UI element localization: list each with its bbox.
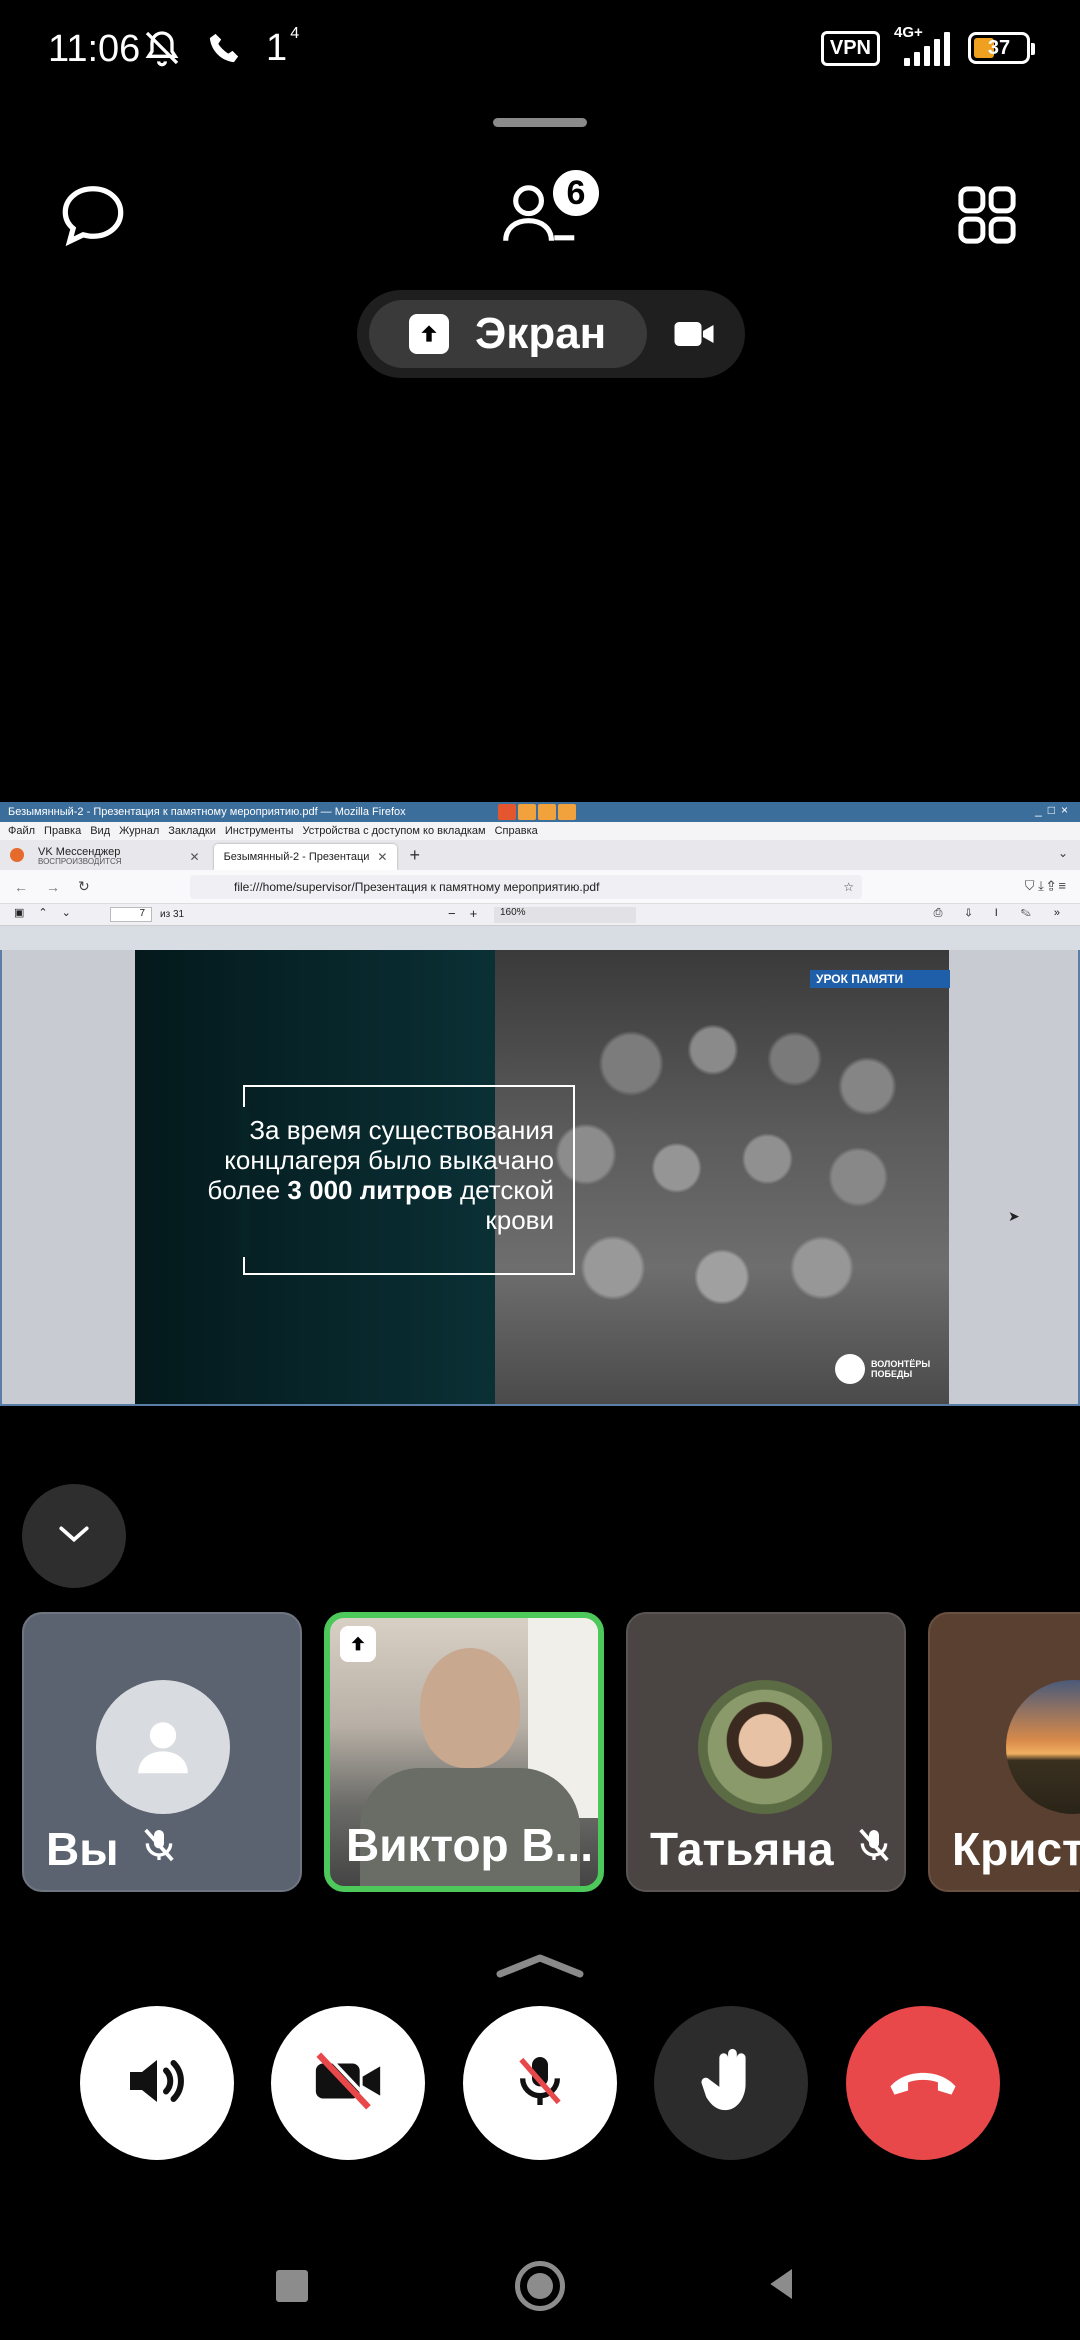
grid-icon — [954, 182, 1020, 253]
navigation-bar: ← → ↻ file:///home/supervisor/Презентаци… — [0, 870, 1080, 904]
bookmark-star-icon: ☆ — [843, 880, 854, 894]
menu-item: Вид — [90, 825, 111, 837]
firefox-icon — [10, 848, 24, 862]
participant-name: Крист — [952, 1823, 1080, 1875]
mic-off-icon — [508, 2049, 572, 2118]
participant-tile-active[interactable]: Виктор В... — [324, 1612, 604, 1892]
avatar — [698, 1680, 832, 1814]
tab-presentation: Безымянный-2 - Презентаци ✕ — [213, 844, 398, 870]
avatar — [1006, 1680, 1080, 1814]
status-time: 11:06 — [48, 28, 141, 70]
bell-muted-icon — [142, 26, 182, 70]
pdf-zoom-select: 160% — [494, 907, 636, 923]
expand-panel-handle[interactable] — [492, 1950, 588, 1985]
participants-strip: Вы Виктор В... Татьяна Крист — [0, 1600, 1080, 1910]
participant-name: Виктор В... — [346, 1819, 593, 1871]
pdf-zoom-buttons: −+ — [448, 906, 492, 921]
screen-share-label: Экран — [475, 309, 607, 358]
pdf-tools-icons: ⎙ ⇩ I ✎ » — [933, 907, 1070, 919]
pdf-page-number: 7 — [110, 907, 152, 922]
status-bar: 11:06 14 VPN 4G+ 37 — [0, 0, 1080, 100]
menu-bar: Файл Правка Вид Журнал Закладки Инструме… — [0, 822, 1080, 840]
drag-handle[interactable] — [493, 118, 587, 127]
toolbar-icons: ⛉ ⤓ ⇪ ≡ — [1024, 878, 1066, 893]
slide-text: За время существования концлагеря было в… — [207, 1115, 554, 1235]
url-bar: file:///home/supervisor/Презентация к па… — [190, 875, 862, 899]
participant-name: Вы — [46, 1823, 119, 1875]
screen-sharing-icon — [340, 1626, 376, 1662]
camera-off-button[interactable] — [271, 2006, 425, 2160]
back-icon: ← — [14, 878, 28, 895]
participants-count-badge: 6 — [548, 165, 604, 221]
menu-item: Файл — [8, 825, 36, 837]
new-tab-icon: + — [409, 844, 420, 865]
menu-item: Справка — [494, 825, 538, 837]
circle-icon — [515, 2261, 565, 2311]
system-navigation-bar — [0, 2236, 1080, 2340]
chat-icon — [58, 180, 128, 255]
browser-tabs: VK Мессенджер ВОСПРОИЗВОДИТСЯ ✕ Безымянны… — [0, 840, 1080, 870]
network-speed: 14 — [266, 24, 300, 69]
menu-item: Правка — [44, 825, 82, 837]
camera-off-icon — [310, 2045, 386, 2122]
mic-off-button[interactable] — [463, 2006, 617, 2160]
pdf-page-nav-icons: ▣⌃⌄ — [14, 907, 85, 919]
collapse-button[interactable] — [22, 1484, 126, 1588]
system-tray — [498, 804, 576, 820]
close-icon: ✕ — [377, 850, 388, 864]
signal-icon: 4G+ — [894, 24, 950, 66]
mouse-cursor-icon: ➤ — [1008, 1208, 1020, 1224]
avatar-placeholder — [96, 1680, 230, 1814]
chat-button[interactable] — [48, 172, 138, 262]
camera-share-button[interactable] — [673, 316, 715, 357]
recents-button[interactable] — [262, 2256, 322, 2316]
hand-icon — [696, 2043, 766, 2124]
participant-tile[interactable]: Крист — [928, 1612, 1080, 1892]
reload-icon: ↻ — [78, 878, 90, 894]
home-button[interactable] — [510, 2256, 570, 2316]
forward-icon: → — [46, 878, 60, 895]
participant-tile[interactable]: Вы — [22, 1612, 302, 1892]
menu-item: Устройства с доступом ко вкладкам — [302, 825, 486, 837]
hang-up-icon — [885, 2061, 961, 2106]
menu-item: Закладки — [168, 825, 216, 837]
pdf-toolbar: ▣⌃⌄ 7 из 31 −+ 160% ⎙ ⇩ I ✎ » — [0, 904, 1080, 926]
vpn-badge: VPN — [820, 30, 880, 66]
chevron-down-icon — [57, 1524, 91, 1549]
participant-tile[interactable]: Татьяна — [626, 1612, 906, 1892]
window-title: Безымянный-2 - Презентация к памятному м… — [8, 806, 406, 818]
participant-video — [420, 1648, 520, 1768]
slide-tag: УРОК ПАМЯТИ — [810, 970, 950, 988]
participant-name: Татьяна — [650, 1823, 834, 1875]
speaker-button[interactable] — [80, 2006, 234, 2160]
share-toggle: Экран — [357, 290, 745, 378]
back-triangle-icon — [762, 2264, 802, 2309]
window-controls: _□× — [1035, 803, 1074, 817]
mic-muted-icon — [139, 1822, 179, 1876]
chevron-down-icon: ⌄ — [1057, 846, 1068, 860]
mic-muted-icon — [854, 1822, 894, 1876]
back-button[interactable] — [752, 2256, 812, 2316]
phone-icon — [204, 26, 244, 70]
shared-screen[interactable]: Безымянный-2 - Презентация к памятному м… — [0, 802, 1080, 1406]
pdf-page-total: из 31 — [160, 909, 185, 920]
square-icon — [276, 2270, 308, 2302]
end-call-button[interactable] — [846, 2006, 1000, 2160]
volunteers-logo: ВОЛОНТЁРЫ ПОБЕДЫ — [835, 1354, 931, 1384]
upload-icon — [409, 314, 449, 354]
battery-icon: 37 — [968, 32, 1035, 64]
speaker-icon — [121, 2045, 193, 2122]
close-icon: ✕ — [189, 850, 200, 864]
menu-item: Инструменты — [224, 825, 294, 837]
tab-vk-messenger: VK Мессенджер ВОСПРОИЗВОДИТСЯ ✕ — [38, 846, 200, 867]
presentation-slide: За время существования концлагеря было в… — [135, 950, 949, 1404]
layout-grid-button[interactable] — [942, 172, 1032, 262]
window-title-bar: Безымянный-2 - Презентация к памятному м… — [0, 802, 1080, 822]
raise-hand-button[interactable] — [654, 2006, 808, 2160]
screen-share-button[interactable]: Экран — [369, 300, 647, 368]
pdf-viewer: За время существования концлагеря было в… — [0, 950, 1080, 1406]
menu-item: Журнал — [119, 825, 160, 837]
